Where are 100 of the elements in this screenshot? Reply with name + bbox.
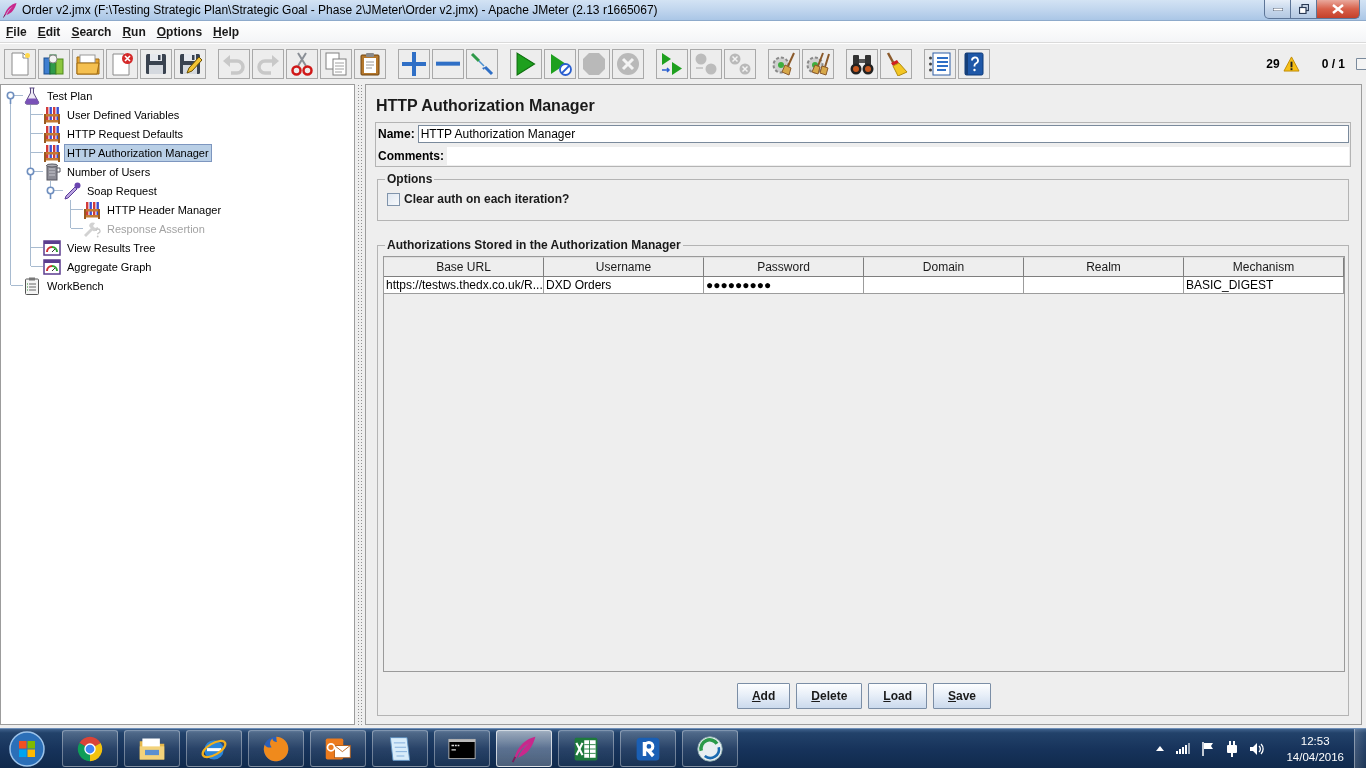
menu-item[interactable]: Run (117, 20, 151, 43)
table-cell: ●●●●●●●●● (704, 277, 864, 294)
column-header[interactable]: Password (704, 257, 864, 277)
tree-item[interactable]: Test Plan (44, 86, 96, 105)
action-button[interactable]: Save (933, 683, 992, 709)
restore-icon (1298, 4, 1309, 14)
column-header[interactable]: Domain (864, 257, 1024, 277)
menu-item[interactable]: File (1, 20, 32, 43)
toolbar-button[interactable] (140, 48, 172, 79)
flag-icon[interactable] (1202, 741, 1215, 756)
table-cell: BASIC_DIGEST (1184, 277, 1344, 294)
field-label: Name: (378, 126, 415, 141)
tool-question-icon (83, 219, 101, 238)
action-button[interactable]: Add (736, 683, 791, 709)
section-title: Authorizations Stored in the Authorization Manager (386, 238, 682, 252)
warning-count: 29 (1266, 56, 1280, 71)
shutdown-icon (616, 51, 640, 76)
test-tube-rack-icon (83, 200, 101, 219)
section-title: Options (386, 172, 434, 186)
new-page-icon (8, 51, 32, 76)
gauge-window-icon (43, 257, 61, 276)
thread-count: 0 / 1 (1321, 56, 1345, 71)
column-header[interactable]: Base URL (384, 257, 544, 277)
comments-field[interactable] (447, 146, 1349, 165)
table-cell: DXD Orders (544, 277, 704, 294)
taskbar-button[interactable] (620, 730, 676, 767)
menu-item[interactable]: Help (208, 20, 245, 43)
circle-logo-icon (76, 734, 104, 763)
table-cell: https://testws.thedx.co.uk/R... (384, 277, 544, 294)
remote-play-icon (660, 51, 684, 76)
globe-logo-icon (262, 734, 290, 763)
taskbar-button[interactable] (372, 730, 428, 767)
pipette-icon (63, 181, 81, 200)
restore-button[interactable] (1290, 0, 1317, 19)
expanded-handle-icon[interactable] (25, 166, 36, 180)
field-label: Comments: (378, 148, 444, 163)
show-hidden-icon[interactable] (1156, 746, 1165, 751)
taskbar-button[interactable] (558, 730, 614, 767)
tree-item[interactable]: View Results Tree (64, 238, 159, 257)
taskbar-button[interactable] (248, 730, 304, 767)
help-book-icon (962, 51, 986, 76)
expanded-handle-icon[interactable] (45, 185, 56, 199)
menu-item[interactable]: Edit (32, 20, 66, 43)
menu-item[interactable]: Options (151, 20, 208, 43)
tree-item[interactable]: HTTP Request Defaults (64, 124, 186, 143)
page-close-icon (110, 51, 134, 76)
action-button[interactable]: Delete (796, 683, 863, 709)
tree-item[interactable]: Number of Users (64, 162, 154, 181)
taskbar-button[interactable] (310, 730, 366, 767)
toggle-icon (470, 51, 494, 76)
signal-bars-icon[interactable] (1176, 743, 1191, 754)
gear-broom-icon (772, 51, 796, 76)
tree-item[interactable]: Aggregate Graph (64, 257, 155, 276)
minimize-button[interactable] (1264, 0, 1291, 19)
save-icon (144, 51, 168, 76)
column-header[interactable]: Username (544, 257, 704, 277)
taskbar-button[interactable] (124, 730, 180, 767)
expanded-handle-icon[interactable] (5, 90, 16, 104)
tree-item[interactable]: User Defined Variables (64, 105, 183, 124)
floppy-pencil-icon (178, 51, 202, 76)
minus-icon (436, 60, 460, 67)
clipboard-icon (358, 51, 382, 76)
tree-item[interactable]: Soap Request (84, 181, 160, 200)
play-icon (516, 51, 536, 76)
close-button[interactable] (1316, 0, 1360, 19)
stop-icon (582, 51, 606, 76)
list-icon (928, 51, 952, 76)
panel-title: HTTP Authorization Manager (376, 96, 596, 116)
tree-item[interactable]: HTTP Header Manager (104, 200, 225, 219)
column-header[interactable]: Mechanism (1184, 257, 1344, 277)
action-button[interactable]: Load (868, 683, 927, 709)
taskbar-button[interactable] (682, 730, 738, 767)
show-desktop-button[interactable] (1354, 729, 1366, 768)
books-icon (42, 51, 66, 76)
toolbar-button[interactable] (958, 48, 990, 79)
toolbar-button[interactable] (174, 48, 206, 79)
name-field[interactable]: HTTP Authorization Manager (417, 124, 1349, 143)
power-plug-icon[interactable] (1226, 740, 1239, 757)
taskbar-button[interactable] (434, 730, 490, 767)
spool-icon (43, 162, 61, 181)
close-icon (1332, 4, 1344, 14)
test-tube-rack-icon (43, 124, 61, 143)
gear-brooms-icon (806, 51, 830, 76)
toolbar-button[interactable] (846, 48, 878, 79)
column-header[interactable]: Realm (1024, 257, 1184, 277)
clock-date: 14/04/2016 (1286, 749, 1344, 765)
clipboard-list-icon (23, 276, 41, 295)
flask-icon (23, 86, 41, 105)
taskbar-button[interactable] (186, 730, 242, 767)
tree-item[interactable]: HTTP Authorization Manager (64, 143, 212, 162)
checkbox[interactable] (387, 192, 400, 206)
test-tube-rack-icon (43, 105, 61, 124)
tree-item[interactable]: WorkBench (44, 276, 107, 295)
swirl-logo-icon (696, 734, 724, 763)
taskbar-button[interactable] (62, 730, 118, 767)
feather-icon (2, 2, 18, 18)
menu-item[interactable]: Search (66, 20, 117, 43)
remote-stop-icon (694, 51, 718, 76)
copy-icon (324, 51, 348, 76)
volume-icon[interactable] (1250, 741, 1267, 756)
